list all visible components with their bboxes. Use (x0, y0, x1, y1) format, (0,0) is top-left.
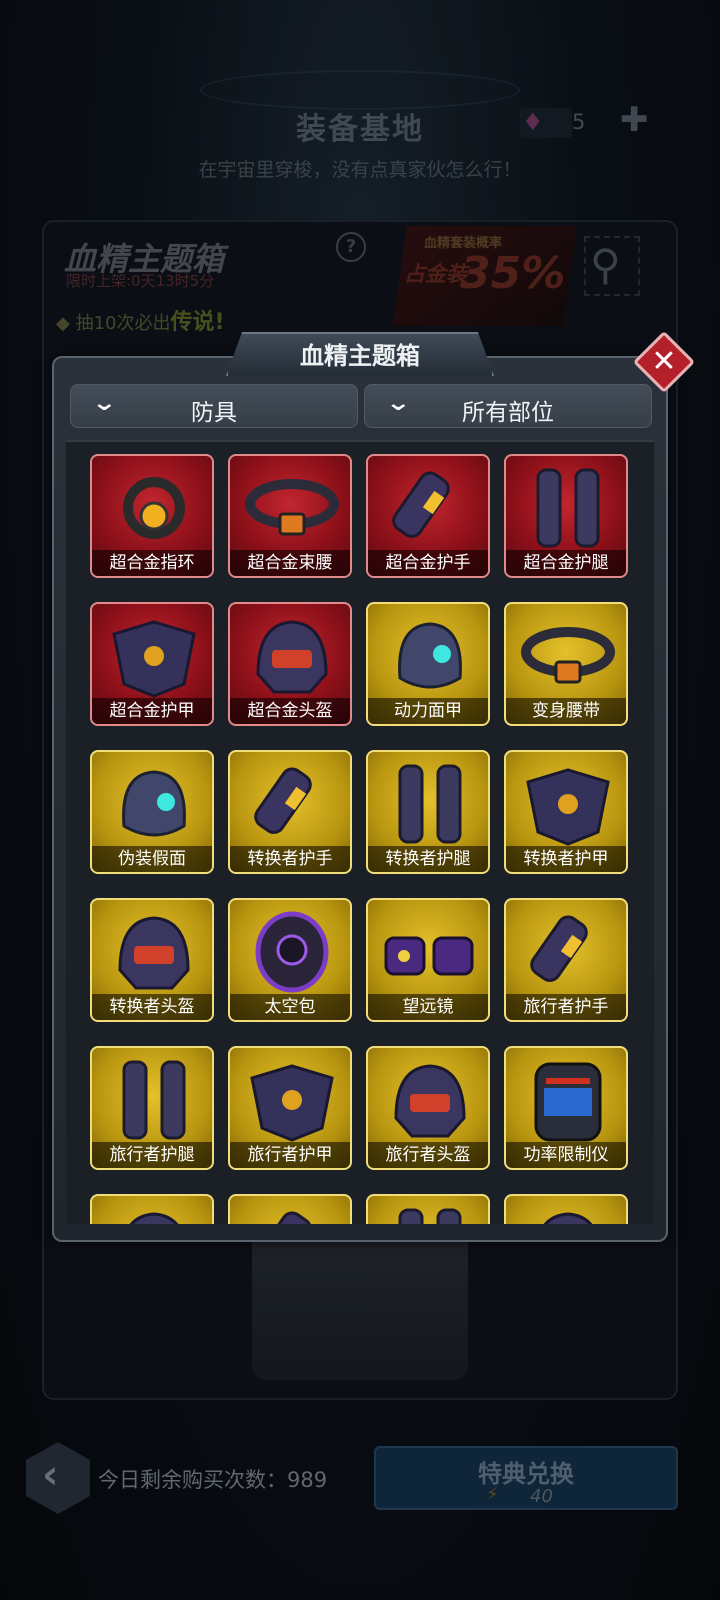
item-name: 转换者护腿 (368, 846, 488, 872)
leg-armor-icon (368, 1196, 488, 1224)
item-card[interactable] (366, 1194, 490, 1224)
belt-icon (230, 456, 350, 554)
item-name: 伪装假面 (92, 846, 212, 872)
category-filter-label: 防具 (191, 400, 237, 426)
item-name: 超合金护甲 (92, 698, 212, 724)
item-card[interactable]: 转换者护甲 (504, 750, 628, 874)
slot-filter-dropdown[interactable]: ⌄ 所有部位 (364, 384, 652, 428)
chest-armor-icon (230, 1048, 350, 1146)
item-name: 超合金护腿 (506, 550, 626, 576)
item-card[interactable]: 转换者头盔 (90, 898, 214, 1022)
gauntlet-icon (230, 1196, 350, 1224)
belt-icon (506, 604, 626, 702)
item-name: 太空包 (230, 994, 350, 1020)
mask-icon (92, 752, 212, 850)
limiter-icon (506, 1048, 626, 1146)
close-icon[interactable]: ✕ (642, 340, 686, 384)
item-card[interactable]: 望远镜 (366, 898, 490, 1022)
item-card[interactable]: 旅行者头盔 (366, 1046, 490, 1170)
item-name: 变身腰带 (506, 698, 626, 724)
item-name: 转换者头盔 (92, 994, 212, 1020)
backpack-icon (230, 900, 350, 998)
item-card[interactable]: 超合金护腿 (504, 454, 628, 578)
item-card[interactable]: 转换者护手 (228, 750, 352, 874)
item-card[interactable]: 变身腰带 (504, 602, 628, 726)
item-name: 转换者护手 (230, 846, 350, 872)
item-name: 超合金指环 (92, 550, 212, 576)
helmet-icon (368, 1048, 488, 1146)
binoculars-icon (368, 900, 488, 998)
item-card[interactable]: 旅行者护手 (504, 898, 628, 1022)
item-card[interactable]: 超合金护甲 (90, 602, 214, 726)
item-card[interactable]: 旅行者护甲 (228, 1046, 352, 1170)
helmet-icon (92, 1196, 212, 1224)
item-grid: 超合金指环 超合金束腰 超合金护手 超合金护腿超合金护甲 超合金头盔 动力面甲 变身腰带伪装… (90, 454, 628, 1224)
item-name: 旅行者护甲 (230, 1142, 350, 1168)
item-card[interactable]: 超合金头盔 (228, 602, 352, 726)
item-card[interactable] (90, 1194, 214, 1224)
item-card[interactable]: 伪装假面 (90, 750, 214, 874)
item-name: 望远镜 (368, 994, 488, 1020)
chest-armor-icon (506, 752, 626, 850)
item-card[interactable] (228, 1194, 352, 1224)
item-name: 超合金护手 (368, 550, 488, 576)
item-grid-scroll[interactable]: 超合金指环 超合金束腰 超合金护手 超合金护腿超合金护甲 超合金头盔 动力面甲 变身腰带伪装… (66, 440, 654, 1224)
item-name: 旅行者护手 (506, 994, 626, 1020)
gauntlet-icon (230, 752, 350, 850)
item-name: 旅行者护腿 (92, 1142, 212, 1168)
item-card[interactable] (504, 1194, 628, 1224)
mask-icon (368, 604, 488, 702)
item-name: 功率限制仪 (506, 1142, 626, 1168)
chest-armor-icon (92, 604, 212, 702)
modal-title: 血精主题箱 (300, 342, 420, 370)
item-card[interactable]: 超合金护手 (366, 454, 490, 578)
slot-filter-label: 所有部位 (462, 400, 554, 426)
item-name: 超合金头盔 (230, 698, 350, 724)
item-name: 动力面甲 (368, 698, 488, 724)
gauntlet-icon (506, 900, 626, 998)
item-card[interactable]: 太空包 (228, 898, 352, 1022)
leg-armor-icon (92, 1048, 212, 1146)
helmet-icon (230, 604, 350, 702)
helmet-icon (506, 1196, 626, 1224)
category-filter-dropdown[interactable]: ⌄ 防具 (70, 384, 358, 428)
item-name: 转换者护甲 (506, 846, 626, 872)
leg-armor-icon (506, 456, 626, 554)
item-card[interactable]: 转换者护腿 (366, 750, 490, 874)
item-card[interactable]: 功率限制仪 (504, 1046, 628, 1170)
item-name: 旅行者头盔 (368, 1142, 488, 1168)
gauntlet-icon (368, 456, 488, 554)
ring-icon (92, 456, 212, 554)
item-card[interactable]: 动力面甲 (366, 602, 490, 726)
item-card[interactable]: 超合金指环 (90, 454, 214, 578)
helmet-icon (92, 900, 212, 998)
item-card[interactable]: 超合金束腰 (228, 454, 352, 578)
item-card[interactable]: 旅行者护腿 (90, 1046, 214, 1170)
leg-armor-icon (368, 752, 488, 850)
item-name: 超合金束腰 (230, 550, 350, 576)
